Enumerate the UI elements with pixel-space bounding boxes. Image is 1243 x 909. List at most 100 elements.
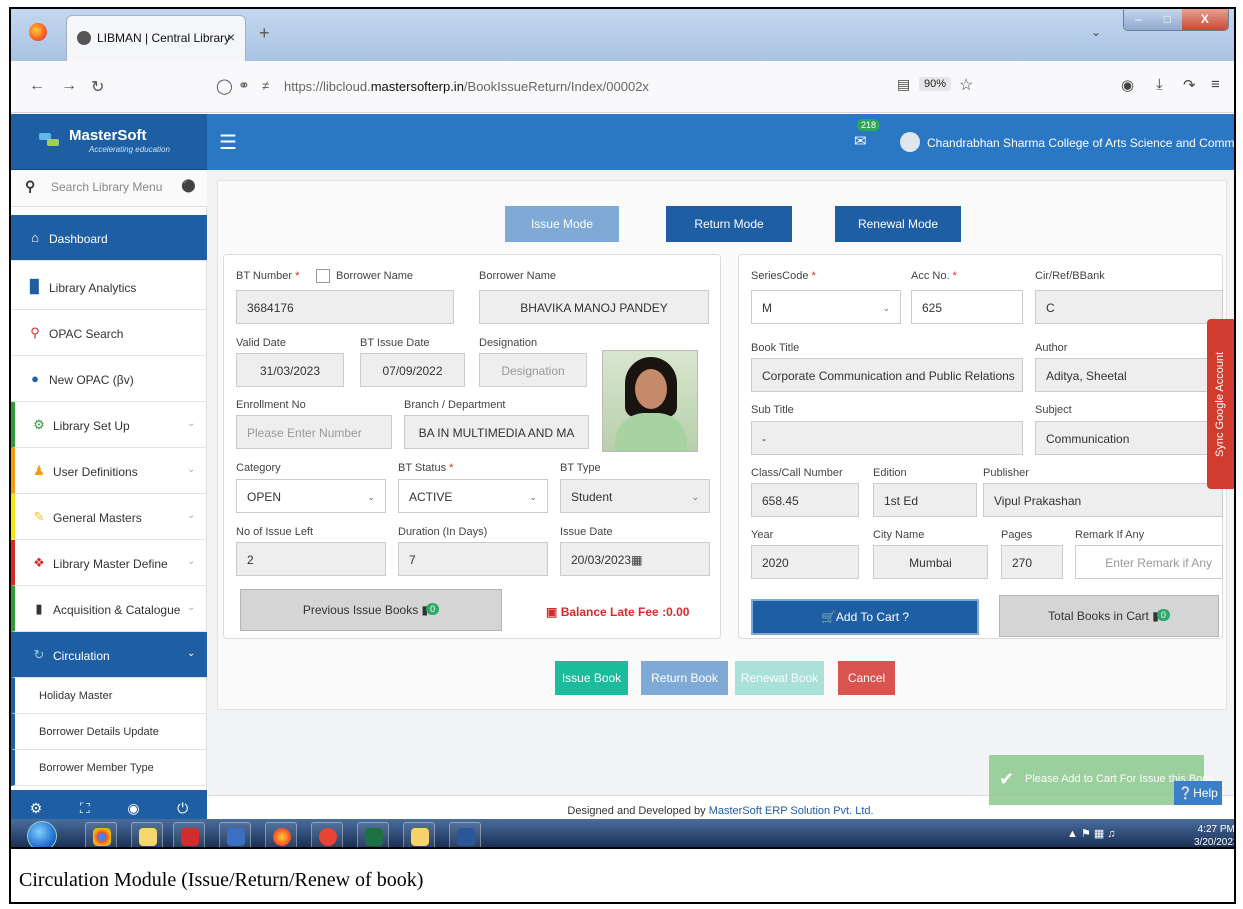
sidebar-item-dashboard[interactable]: ⌂ Dashboard: [11, 215, 207, 261]
calendar-icon[interactable]: ▦: [631, 553, 642, 567]
duration-field[interactable]: 7: [398, 542, 548, 576]
back-icon[interactable]: ←: [29, 77, 45, 95]
class-number-field[interactable]: 658.45: [751, 483, 859, 517]
designation-field[interactable]: Designation: [479, 353, 587, 387]
bookmark-star-icon[interactable]: ☆: [959, 75, 973, 95]
menu-search[interactable]: ⚲ Search Library Menu ⚫: [11, 170, 207, 207]
settings-icon[interactable]: ⚙: [30, 800, 43, 817]
forward-icon[interactable]: →: [61, 77, 77, 95]
issue-left-field[interactable]: 2: [236, 542, 386, 576]
sync-google-account-tab[interactable]: Sync Google Account: [1207, 319, 1234, 489]
address-bar[interactable]: ◯ ⚭ ≠ https://libcloud.mastersofterp.in/…: [216, 71, 976, 103]
subject-field[interactable]: Communication: [1035, 421, 1223, 455]
publisher-field[interactable]: Vipul Prakashan: [983, 483, 1223, 517]
sidebar-item-library-master-define[interactable]: ❖ Library Master Define ⌄: [11, 540, 207, 586]
url-text[interactable]: https://libcloud.mastersofterp.in/BookIs…: [284, 79, 649, 94]
taskbar-paint-icon[interactable]: [131, 822, 163, 847]
browser-tab[interactable]: LIBMAN | Central Library ×: [66, 15, 246, 61]
borrower-name-checkbox[interactable]: [316, 269, 330, 283]
author-field[interactable]: Aditya, Sheetal: [1035, 358, 1223, 392]
sidebar-item-acquisition-catalogue[interactable]: ▮ Acquisition & Catalogue ⌄: [11, 586, 207, 632]
taskbar-firefox-icon[interactable]: [265, 822, 297, 847]
fullscreen-icon[interactable]: ⛶: [80, 800, 90, 817]
reader-view-icon[interactable]: ▤: [897, 76, 910, 93]
sidebar-subitem-borrower-details-update[interactable]: Borrower Details Update: [11, 714, 207, 750]
new-tab-icon[interactable]: +: [259, 23, 270, 44]
taskbar-chrome-icon[interactable]: [85, 822, 117, 847]
sidebar-subitem-holiday-master[interactable]: Holiday Master: [11, 678, 207, 714]
edition-field[interactable]: 1st Ed: [873, 483, 977, 517]
start-button[interactable]: [27, 821, 57, 847]
sidebar-item-opac-search[interactable]: ⚲ OPAC Search: [11, 310, 207, 356]
city-field[interactable]: Mumbai: [873, 545, 988, 579]
sidebar-item-library-analytics[interactable]: ▉ Library Analytics: [11, 264, 207, 310]
taskbar-excel-icon[interactable]: [357, 822, 389, 847]
zoom-level[interactable]: 90%: [919, 77, 952, 91]
user-avatar[interactable]: [900, 132, 920, 152]
company-link[interactable]: MasterSoft ERP Solution Pvt. Ltd.: [709, 805, 874, 817]
microphone-icon[interactable]: ⚫: [181, 179, 196, 193]
renewal-book-button[interactable]: Renewal Book: [735, 661, 824, 695]
bt-issue-date-field[interactable]: 07/09/2022: [360, 353, 465, 387]
renewal-mode-button[interactable]: Renewal Mode: [835, 206, 961, 242]
category-select[interactable]: OPEN ⌄: [236, 479, 386, 513]
power-icon[interactable]: ⏻: [177, 800, 188, 817]
help-button[interactable]: ❔Help: [1174, 781, 1222, 805]
permissions-icon[interactable]: ≠: [262, 78, 269, 93]
return-book-button[interactable]: Return Book: [641, 661, 728, 695]
total-books-cart-button[interactable]: Total Books in Cart ▮ 0: [999, 595, 1219, 637]
previous-issue-books-button[interactable]: Previous Issue Books ▮ 0: [240, 589, 502, 631]
taskbar-word-icon[interactable]: [449, 822, 481, 847]
enrollment-field[interactable]: Please Enter Number: [236, 415, 392, 449]
sidebar-item-circulation[interactable]: ↻ Circulation ⌄: [11, 632, 207, 678]
taskbar-chrome-alt-icon[interactable]: [311, 822, 343, 847]
bt-type-select[interactable]: Student ⌄: [560, 479, 710, 513]
firefox-icon[interactable]: [29, 23, 47, 41]
bt-number-field[interactable]: 3684176: [236, 290, 454, 324]
window-close-icon[interactable]: X: [1181, 9, 1228, 30]
taskbar-explorer-icon[interactable]: [403, 822, 435, 847]
hide-icon[interactable]: ◉: [127, 800, 139, 817]
sidebar-subitem-borrower-member-type[interactable]: Borrower Member Type: [11, 750, 207, 786]
pocket-icon[interactable]: ◉: [1121, 76, 1134, 94]
list-tabs-icon[interactable]: ⌄: [1091, 25, 1101, 39]
issue-book-button[interactable]: Issue Book: [555, 661, 628, 695]
sidebar-item-library-setup[interactable]: ⚙ Library Set Up ⌄: [11, 402, 207, 448]
cancel-button[interactable]: Cancel: [838, 661, 895, 695]
acc-no-field[interactable]: 625: [911, 290, 1023, 324]
brand-logo-area[interactable]: MasterSoft Accelerating education: [11, 114, 207, 170]
branch-field[interactable]: BA IN MULTIMEDIA AND MA: [404, 415, 589, 449]
borrower-name-field[interactable]: BHAVIKA MANOJ PANDEY: [479, 290, 709, 324]
mail-icon[interactable]: ✉: [854, 132, 867, 150]
book-title-field[interactable]: Corporate Communication and Public Relat…: [751, 358, 1023, 392]
search-input[interactable]: Search Library Menu: [51, 180, 162, 194]
taskbar-pdf-icon[interactable]: [173, 822, 205, 847]
maximize-icon[interactable]: □: [1152, 9, 1182, 30]
add-to-cart-button[interactable]: 🛒Add To Cart ?: [751, 599, 979, 635]
minimize-icon[interactable]: –: [1124, 9, 1153, 30]
reload-icon[interactable]: ↻: [91, 77, 104, 97]
sidebar-item-general-masters[interactable]: ✎ General Masters ⌄: [11, 494, 207, 540]
share-icon[interactable]: ↷: [1183, 76, 1196, 94]
sidebar-item-new-opac[interactable]: ● New OPAC (βv): [11, 356, 207, 402]
remark-field[interactable]: Enter Remark if Any: [1075, 545, 1223, 579]
return-mode-button[interactable]: Return Mode: [666, 206, 792, 242]
taskbar-app-icon[interactable]: [219, 822, 251, 847]
menu-icon[interactable]: ≡: [1211, 76, 1220, 93]
year-field[interactable]: 2020: [751, 545, 859, 579]
hamburger-menu-icon[interactable]: ☰: [219, 130, 237, 155]
taskbar-clock[interactable]: 4:27 PM3/20/2023: [1194, 823, 1234, 847]
series-code-select[interactable]: M ⌄: [751, 290, 901, 324]
sub-title-field[interactable]: -: [751, 421, 1023, 455]
issue-date-field[interactable]: 20/03/2023▦: [560, 542, 710, 576]
valid-date-field[interactable]: 31/03/2023: [236, 353, 344, 387]
bt-status-select[interactable]: ACTIVE ⌄: [398, 479, 548, 513]
tab-close-icon[interactable]: ×: [227, 29, 235, 45]
lock-icon[interactable]: ⚭: [238, 77, 250, 94]
college-dropdown[interactable]: Chandrabhan Sharma College of Arts Scien…: [927, 136, 1234, 150]
pages-field[interactable]: 270: [1001, 545, 1063, 579]
sidebar-item-user-definitions[interactable]: ♟ User Definitions ⌄: [11, 448, 207, 494]
system-tray[interactable]: ▲ ⚑ ▦ ♫: [1067, 827, 1116, 840]
issue-mode-button[interactable]: Issue Mode: [505, 206, 619, 242]
shield-icon[interactable]: ◯: [216, 77, 233, 95]
